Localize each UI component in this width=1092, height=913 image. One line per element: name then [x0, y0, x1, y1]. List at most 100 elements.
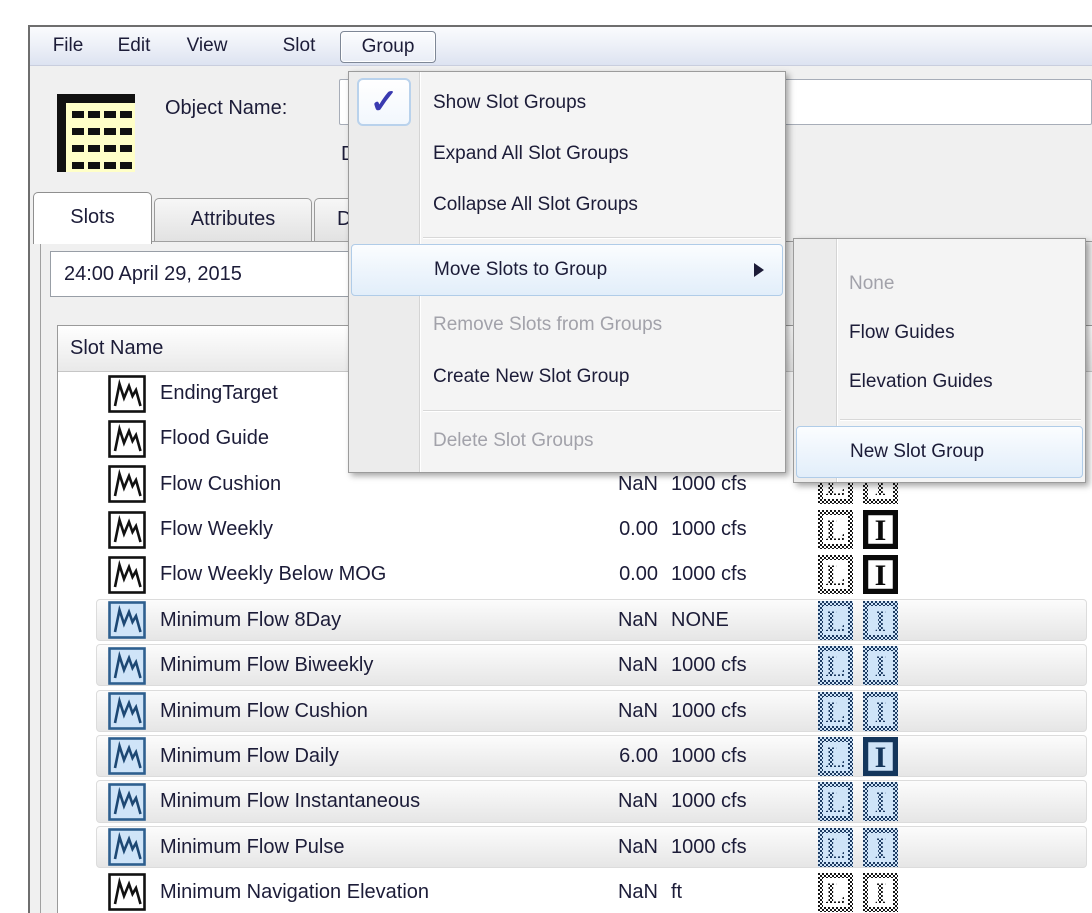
svg-text:L: L — [825, 514, 845, 547]
svg-text:L: L — [825, 605, 845, 638]
slot-name: Flow Weekly — [160, 507, 273, 552]
svg-text:I: I — [875, 559, 887, 592]
slot-units: 1000 cfs — [671, 507, 747, 552]
slot-name: Minimum Navigation Elevation — [160, 870, 429, 913]
menuitem-expand-all-slot-groups[interactable]: Expand All Slot Groups — [349, 129, 785, 179]
slot-units: ft — [671, 870, 682, 913]
slot-value: NaN — [563, 689, 658, 734]
link-flag-icon: L — [818, 782, 853, 821]
input-flag-icon: I — [863, 601, 898, 640]
menu-separator — [423, 410, 781, 411]
svg-text:I: I — [875, 832, 887, 865]
menu-view[interactable]: View — [178, 31, 236, 61]
input-flag-icon: I — [863, 692, 898, 731]
menu-edit[interactable]: Edit — [110, 31, 158, 61]
svg-text:I: I — [875, 696, 887, 729]
slot-units: 1000 cfs — [671, 643, 747, 688]
input-flag-icon: I — [863, 873, 898, 912]
menuitem-remove-slots-from-groups[interactable]: Remove Slots from Groups — [349, 300, 785, 350]
svg-text:L: L — [825, 741, 845, 774]
slot-units: 1000 cfs — [671, 689, 747, 734]
series-slot-icon — [108, 511, 146, 549]
menuitem-delete-slot-groups[interactable]: Delete Slot Groups — [349, 416, 785, 466]
table-row[interactable]: Minimum Flow Biweekly NaN 1000 cfs L I — [58, 643, 1092, 688]
slot-name: Minimum Flow Instantaneous — [160, 779, 420, 824]
link-flag-icon: L — [818, 555, 853, 594]
svg-text:I: I — [875, 877, 887, 910]
input-flag-icon: I — [863, 555, 898, 594]
svg-text:L: L — [825, 786, 845, 819]
slot-value: NaN — [563, 779, 658, 824]
column-header-slot-name: Slot Name — [70, 326, 163, 371]
table-row[interactable]: Minimum Flow 8Day NaN NONE L I — [58, 598, 1092, 643]
slot-value: NaN — [563, 598, 658, 643]
table-row[interactable]: Flow Weekly 0.00 1000 cfs L I — [58, 507, 1092, 552]
slot-name: Flow Weekly Below MOG — [160, 552, 386, 597]
menuitem-show-slot-groups[interactable]: Show Slot Groups — [349, 78, 785, 128]
input-flag-icon: I — [863, 510, 898, 549]
move-slots-submenu: None Flow Guides Elevation Guides New Sl… — [793, 238, 1086, 483]
link-flag-icon: L — [818, 692, 853, 731]
menu-group[interactable]: Group — [340, 31, 436, 63]
menu-slot[interactable]: Slot — [274, 31, 324, 61]
series-slot-icon — [108, 828, 146, 866]
submenu-item-none[interactable]: None — [794, 259, 1085, 308]
link-flag-icon: L — [818, 873, 853, 912]
table-row[interactable]: Minimum Flow Instantaneous NaN 1000 cfs … — [58, 779, 1092, 824]
slot-units: 1000 cfs — [671, 779, 747, 824]
slot-name: Minimum Flow Biweekly — [160, 643, 373, 688]
svg-text:L: L — [825, 832, 845, 865]
series-slot-icon — [108, 556, 146, 594]
slot-value: NaN — [563, 643, 658, 688]
menu-bar: File Edit View Slot Group — [30, 27, 1092, 66]
data-object-icon — [57, 94, 139, 176]
menu-file[interactable]: File — [44, 31, 92, 61]
series-slot-icon — [108, 375, 146, 413]
slot-name: Minimum Flow Daily — [160, 734, 339, 779]
series-slot-icon — [108, 601, 146, 639]
link-flag-icon: L — [818, 828, 853, 867]
slot-value: 0.00 — [563, 552, 658, 597]
series-slot-icon — [108, 420, 146, 458]
slot-name: Minimum Flow 8Day — [160, 598, 341, 643]
slot-value: NaN — [563, 870, 658, 913]
svg-text:I: I — [875, 514, 887, 547]
submenu-item-flow-guides[interactable]: Flow Guides — [794, 308, 1085, 357]
slot-name: Flood Guide — [160, 416, 269, 461]
series-slot-icon — [108, 692, 146, 730]
slot-units: 1000 cfs — [671, 734, 747, 779]
slot-name: Minimum Flow Pulse — [160, 825, 344, 870]
link-flag-icon: L — [818, 646, 853, 685]
link-flag-icon: L — [818, 737, 853, 776]
table-row[interactable]: Minimum Flow Daily 6.00 1000 cfs L I — [58, 734, 1092, 779]
svg-text:I: I — [875, 650, 887, 683]
slot-value: 6.00 — [563, 734, 658, 779]
table-row[interactable]: Minimum Navigation Elevation NaN ft L I — [58, 870, 1092, 913]
svg-text:I: I — [875, 786, 887, 819]
slot-name: EndingTarget — [160, 371, 278, 416]
svg-text:L: L — [825, 559, 845, 592]
svg-text:L: L — [825, 877, 845, 910]
datetime-field[interactable]: 24:00 April 29, 2015 — [50, 251, 349, 297]
svg-text:L: L — [825, 650, 845, 683]
series-slot-icon — [108, 783, 146, 821]
slot-units: 1000 cfs — [671, 825, 747, 870]
table-row[interactable]: Minimum Flow Cushion NaN 1000 cfs L I — [58, 689, 1092, 734]
submenu-item-elevation-guides[interactable]: Elevation Guides — [794, 357, 1085, 406]
submenu-item-new-slot-group[interactable]: New Slot Group — [796, 426, 1083, 478]
menuitem-create-new-slot-group[interactable]: Create New Slot Group — [349, 352, 785, 402]
slot-units: 1000 cfs — [671, 552, 747, 597]
svg-text:I: I — [875, 605, 887, 638]
series-slot-icon — [108, 647, 146, 685]
table-row[interactable]: Minimum Flow Pulse NaN 1000 cfs L I — [58, 825, 1092, 870]
link-flag-icon: L — [818, 510, 853, 549]
menuitem-move-slots-to-group[interactable]: Move Slots to Group — [351, 244, 783, 296]
group-dropdown-menu: ✓ Show Slot Groups Expand All Slot Group… — [348, 71, 786, 473]
table-row[interactable]: Flow Weekly Below MOG 0.00 1000 cfs L I — [58, 552, 1092, 597]
series-slot-icon — [108, 465, 146, 503]
tab-attributes[interactable]: Attributes — [154, 198, 312, 241]
slot-name: Flow Cushion — [160, 462, 281, 507]
tab-slots[interactable]: Slots — [33, 192, 152, 244]
menuitem-collapse-all-slot-groups[interactable]: Collapse All Slot Groups — [349, 180, 785, 230]
slot-name: Minimum Flow Cushion — [160, 689, 368, 734]
